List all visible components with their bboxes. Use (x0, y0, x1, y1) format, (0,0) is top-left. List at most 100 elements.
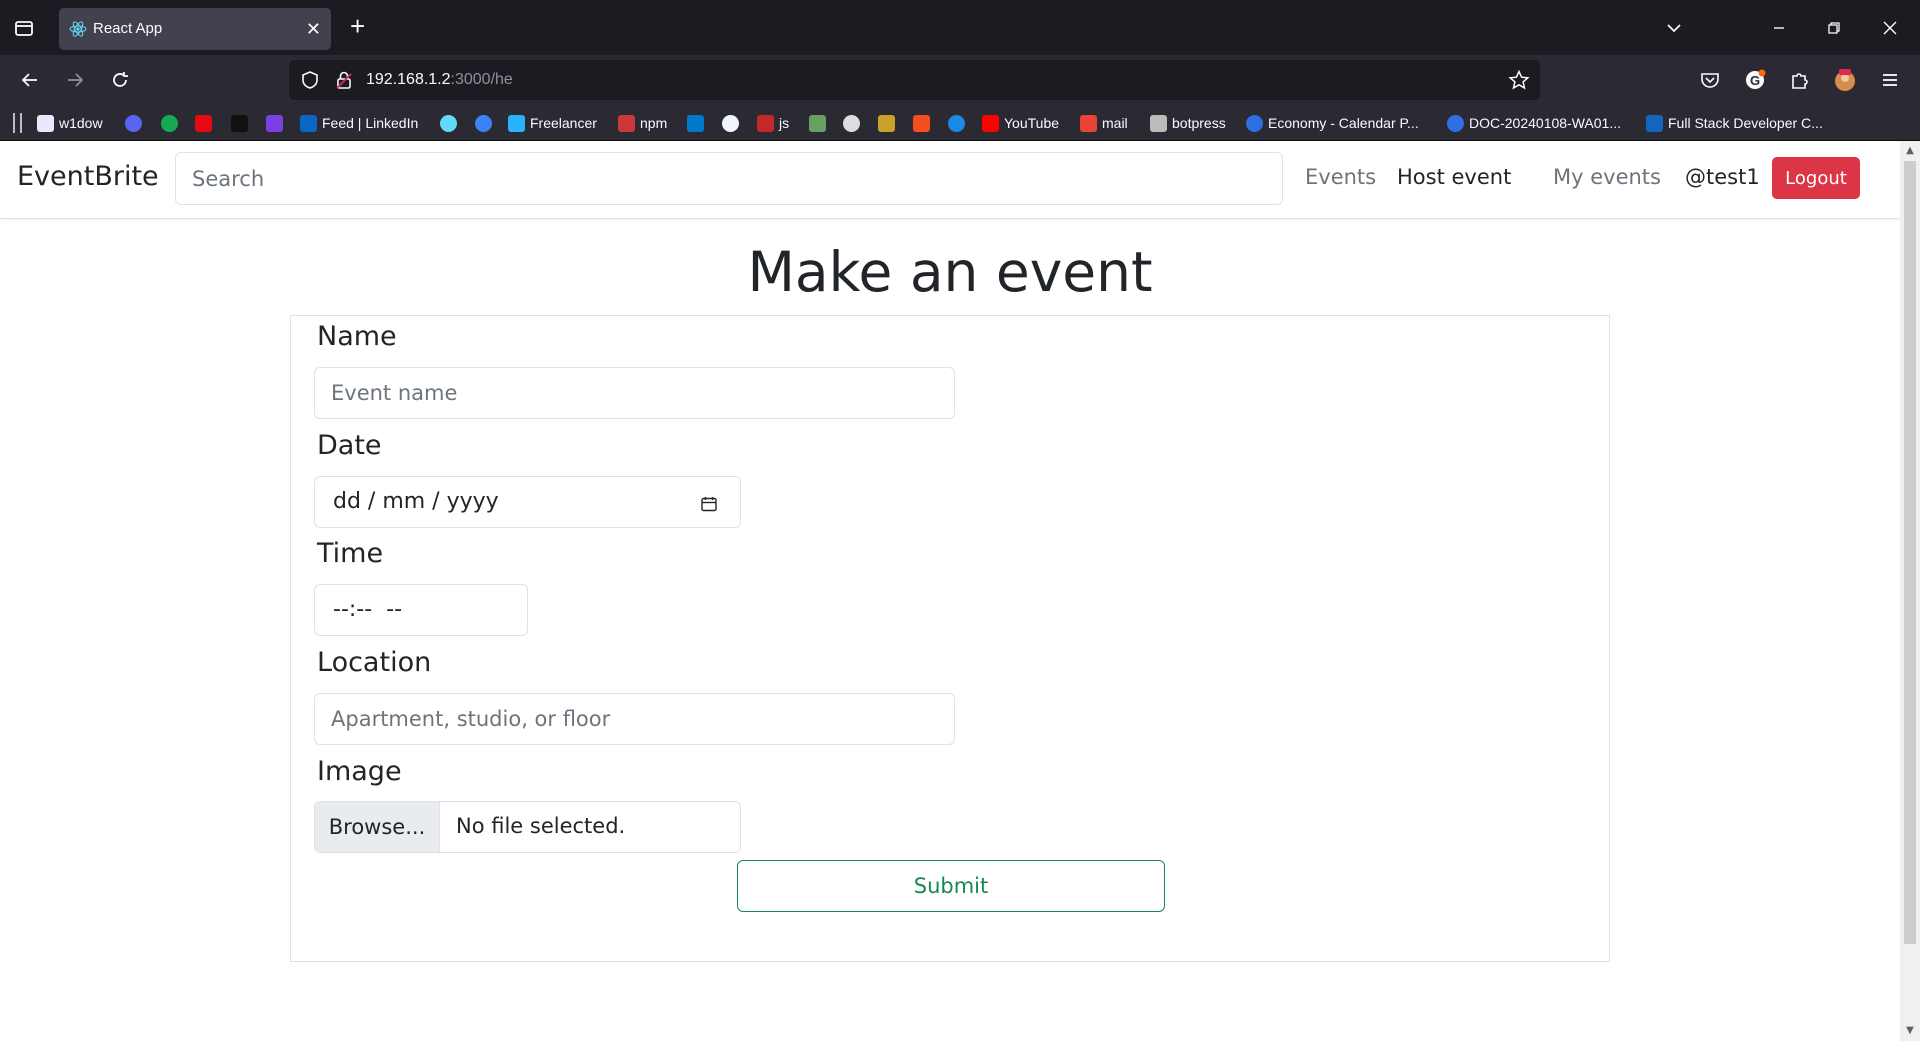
search-input[interactable] (175, 152, 1283, 205)
bookmark-mongodb[interactable] (161, 113, 183, 133)
bookmark-fullstack[interactable]: Full Stack Developer C... (1646, 113, 1823, 133)
bookmark-label: DOC-20240108-WA01... (1469, 115, 1621, 131)
nav-host-event-link[interactable]: Host event (1397, 165, 1511, 189)
browse-button[interactable]: Browse... (315, 802, 440, 852)
bookmark-mail[interactable]: mail (1080, 113, 1128, 133)
bookmark-js[interactable]: js (757, 113, 789, 133)
react-icon (69, 20, 87, 38)
minimize-icon[interactable] (1765, 14, 1793, 42)
bookmark-hat[interactable] (878, 113, 900, 133)
name-label: Name (317, 321, 397, 352)
url-text[interactable]: 192.168.1.2:3000/he (366, 71, 513, 89)
bookmarks-toolbar: w1dow Feed | LinkedIn Freelancer npm js … (0, 105, 1920, 141)
vscode-icon (687, 114, 704, 132)
bookmark-youtube[interactable]: YouTube (982, 113, 1059, 133)
profile-avatar-icon[interactable] (1832, 67, 1858, 93)
new-tab-button[interactable]: + (350, 12, 365, 40)
wordpress-icon (843, 114, 860, 132)
time-input[interactable]: --:-- -- (314, 584, 528, 636)
bookmark-economy[interactable]: Economy - Calendar P... (1246, 113, 1419, 133)
bookmark-github[interactable] (722, 113, 744, 133)
bookmark-w1dow[interactable]: w1dow (37, 113, 103, 133)
reload-icon[interactable] (107, 67, 133, 93)
mongodb-leaf-icon (161, 114, 178, 132)
pocket-icon[interactable] (1697, 67, 1723, 93)
bookmark-wordpress[interactable] (843, 113, 865, 133)
tab-list-icon[interactable] (10, 14, 38, 42)
bookmark-doc[interactable]: DOC-20240108-WA01... (1447, 113, 1621, 133)
bookmarks-divider (20, 113, 22, 133)
bookmarks-divider (13, 113, 15, 133)
page-viewport: EventBrite Events Host event My events @… (0, 141, 1900, 1041)
bookmark-favicon-icon (37, 114, 54, 132)
bookmark-cloud[interactable] (475, 113, 497, 133)
bookmark-label: mail (1102, 115, 1128, 131)
freelancer-icon (508, 114, 525, 132)
brand-logo[interactable]: EventBrite (17, 161, 159, 192)
bookmark-label: Full Stack Developer C... (1668, 115, 1823, 131)
ns-icon (195, 114, 212, 132)
extensions-puzzle-icon[interactable] (1786, 67, 1812, 93)
bookmark-npm[interactable]: npm (618, 113, 667, 133)
calendar-icon[interactable] (700, 494, 718, 512)
list-all-tabs-icon[interactable] (1660, 14, 1688, 42)
bookmark-label: YouTube (1004, 115, 1060, 131)
nav-my-events-link[interactable]: My events (1553, 165, 1661, 189)
nav-events-link[interactable]: Events (1305, 165, 1376, 189)
scrollbar-thumb[interactable] (1904, 161, 1916, 944)
restore-icon[interactable] (1820, 14, 1848, 42)
extension-g-icon[interactable]: G (1742, 67, 1768, 93)
bookmark-label: Economy - Calendar P... (1268, 115, 1419, 131)
menu-hamburger-icon[interactable] (1877, 67, 1903, 93)
bookmark-react[interactable] (440, 113, 462, 133)
tab-title: React App (93, 20, 163, 37)
pulse-icon (231, 114, 248, 132)
image-label: Image (317, 756, 402, 787)
bookmark-figma[interactable] (913, 113, 935, 133)
nav-user-handle[interactable]: @test1 (1685, 165, 1760, 189)
discord-icon (125, 114, 142, 132)
c-circle-icon (1447, 114, 1464, 132)
bookmark-freelancer[interactable]: Freelancer (508, 113, 597, 133)
bookmark-label: npm (640, 115, 668, 131)
close-tab-icon[interactable]: ✕ (306, 19, 321, 40)
scroll-up-arrow-icon[interactable]: ▲ (1904, 145, 1916, 157)
gmail-icon (1080, 114, 1097, 132)
insecure-lock-icon[interactable] (333, 69, 355, 95)
bookmark-pulse[interactable] (231, 113, 253, 133)
location-input[interactable] (314, 693, 955, 745)
share-icon (1150, 114, 1167, 132)
ist-icon (1646, 114, 1663, 132)
cloud-icon (475, 114, 492, 132)
bookmark-vscode[interactable] (687, 113, 709, 133)
c-circle-icon (948, 114, 965, 132)
bookmark-ns[interactable] (195, 113, 217, 133)
bookmark-crown[interactable] (266, 113, 288, 133)
bookmark-botpress[interactable]: botpress (1150, 113, 1226, 133)
bookmark-star-icon[interactable] (1508, 69, 1530, 95)
bookmark-label: Feed | LinkedIn (322, 115, 419, 131)
bookmark-linkedin[interactable]: Feed | LinkedIn (300, 113, 418, 133)
crown-icon (266, 114, 283, 132)
bookmark-c[interactable] (948, 113, 970, 133)
bookmark-nodejs[interactable] (809, 113, 831, 133)
back-arrow-icon[interactable] (17, 67, 43, 93)
image-file-input[interactable]: Browse... No file selected. (314, 801, 741, 853)
logout-button[interactable]: Logout (1772, 157, 1860, 199)
bookmark-label: js (779, 115, 790, 131)
page-title: Make an event (747, 240, 1153, 304)
figma-icon (913, 114, 930, 132)
bookmark-discord[interactable] (125, 113, 147, 133)
event-name-input[interactable] (314, 367, 955, 419)
page-scrollbar[interactable]: ▲ ▼ (1900, 141, 1920, 1041)
scroll-down-arrow-icon[interactable]: ▼ (1904, 1025, 1916, 1037)
browser-tab[interactable]: React App ✕ (59, 8, 331, 50)
youtube-icon (982, 114, 999, 132)
forward-arrow-icon[interactable] (62, 67, 88, 93)
date-input[interactable]: dd / mm / yyyy (314, 476, 741, 528)
url-bar[interactable]: 192.168.1.2:3000/he (289, 60, 1540, 100)
github-icon (722, 114, 739, 132)
shield-icon[interactable] (299, 69, 321, 95)
submit-button[interactable]: Submit (737, 860, 1165, 912)
close-window-icon[interactable] (1876, 14, 1904, 42)
